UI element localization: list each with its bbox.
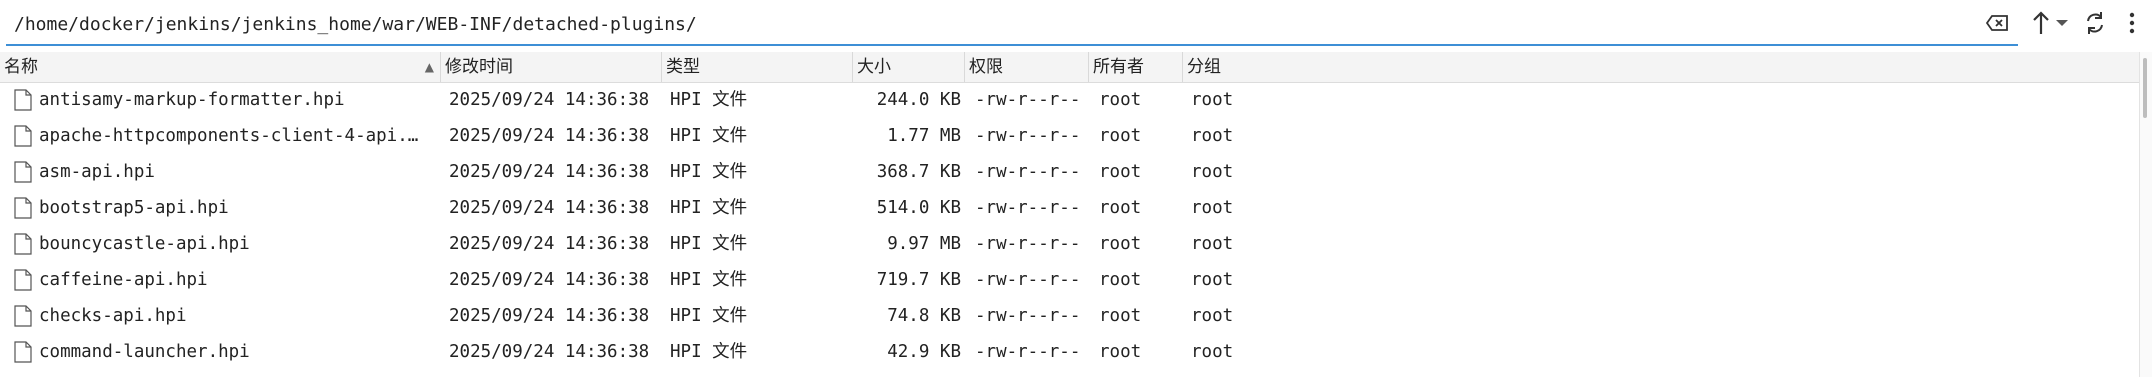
file-type: HPI 文件	[670, 270, 748, 290]
file-permissions: -rw-r--r--	[975, 90, 1081, 110]
file-icon	[14, 341, 32, 363]
sort-ascending-icon: ▲	[424, 60, 434, 74]
refresh-icon[interactable]	[2080, 8, 2110, 38]
file-modified: 2025/09/24 14:36:38	[449, 342, 650, 362]
file-modified: 2025/09/24 14:36:38	[449, 162, 650, 182]
file-size: 74.8 KB	[887, 306, 961, 326]
table-row[interactable]: apache-httpcomponents-client-4-api.… 2025…	[0, 118, 2140, 154]
column-header-name-label: 名称	[4, 57, 38, 77]
file-group: root	[1191, 90, 1234, 110]
file-permissions: -rw-r--r--	[975, 234, 1081, 254]
file-list: antisamy-markup-formatter.hpi 2025/09/24 …	[0, 82, 2140, 370]
file-size: 368.7 KB	[876, 162, 961, 182]
file-owner: root	[1099, 342, 1142, 362]
column-header-type[interactable]: 类型	[662, 52, 853, 82]
file-type: HPI 文件	[670, 342, 748, 362]
file-group: root	[1191, 234, 1234, 254]
file-type: HPI 文件	[670, 126, 748, 146]
file-name: caffeine-api.hpi	[39, 270, 208, 290]
path-input[interactable]: /home/docker/jenkins/jenkins_home/war/WE…	[14, 14, 697, 35]
file-permissions: -rw-r--r--	[975, 270, 1081, 290]
file-modified: 2025/09/24 14:36:38	[449, 234, 650, 254]
file-icon	[14, 269, 32, 291]
table-row[interactable]: antisamy-markup-formatter.hpi 2025/09/24 …	[0, 82, 2140, 118]
file-owner: root	[1099, 162, 1142, 182]
file-icon	[14, 233, 32, 255]
file-group: root	[1191, 342, 1234, 362]
file-modified: 2025/09/24 14:36:38	[449, 270, 650, 290]
column-header-modified[interactable]: 修改时间	[441, 52, 662, 82]
file-owner: root	[1099, 234, 1142, 254]
file-name: command-launcher.hpi	[39, 342, 250, 362]
file-name: bouncycastle-api.hpi	[39, 234, 250, 254]
file-group: root	[1191, 126, 1234, 146]
column-header-owner[interactable]: 所有者	[1089, 52, 1183, 82]
column-header: 名称 ▲ 修改时间 类型 大小 权限 所有者 分组	[0, 52, 2152, 83]
file-permissions: -rw-r--r--	[975, 162, 1081, 182]
file-size: 719.7 KB	[876, 270, 961, 290]
file-type: HPI 文件	[670, 234, 748, 254]
file-name: checks-api.hpi	[39, 306, 187, 326]
column-header-permissions[interactable]: 权限	[965, 52, 1089, 82]
file-owner: root	[1099, 90, 1142, 110]
file-size: 42.9 KB	[887, 342, 961, 362]
file-modified: 2025/09/24 14:36:38	[449, 198, 650, 218]
file-icon	[14, 89, 32, 111]
column-header-name[interactable]: 名称 ▲	[0, 52, 441, 82]
file-type: HPI 文件	[670, 198, 748, 218]
file-name: asm-api.hpi	[39, 162, 155, 182]
file-modified: 2025/09/24 14:36:38	[449, 90, 650, 110]
file-type: HPI 文件	[670, 306, 748, 326]
file-type: HPI 文件	[670, 90, 748, 110]
path-bar[interactable]: /home/docker/jenkins/jenkins_home/war/WE…	[6, 4, 2018, 46]
table-row[interactable]: command-launcher.hpi 2025/09/24 14:36:38 H…	[0, 334, 2140, 370]
file-icon	[14, 125, 32, 147]
file-name: antisamy-markup-formatter.hpi	[39, 90, 345, 110]
table-row[interactable]: asm-api.hpi 2025/09/24 14:36:38 HPI 文件 368.…	[0, 154, 2140, 190]
file-permissions: -rw-r--r--	[975, 342, 1081, 362]
file-size: 244.0 KB	[876, 90, 961, 110]
file-size: 9.97 MB	[887, 234, 961, 254]
file-permissions: -rw-r--r--	[975, 198, 1081, 218]
file-icon	[14, 305, 32, 327]
chevron-down-icon[interactable]	[2052, 8, 2072, 38]
column-header-group[interactable]: 分组	[1183, 52, 2140, 82]
file-size: 514.0 KB	[876, 198, 961, 218]
vertical-scrollbar[interactable]	[2139, 52, 2152, 377]
file-modified: 2025/09/24 14:36:38	[449, 306, 650, 326]
file-permissions: -rw-r--r--	[975, 126, 1081, 146]
file-group: root	[1191, 198, 1234, 218]
table-row[interactable]: caffeine-api.hpi 2025/09/24 14:36:38 HPI 文…	[0, 262, 2140, 298]
file-icon	[14, 197, 32, 219]
scrollbar-thumb[interactable]	[2143, 58, 2147, 118]
file-owner: root	[1099, 126, 1142, 146]
file-permissions: -rw-r--r--	[975, 306, 1081, 326]
file-owner: root	[1099, 306, 1142, 326]
file-modified: 2025/09/24 14:36:38	[449, 126, 650, 146]
file-size: 1.77 MB	[887, 126, 961, 146]
file-owner: root	[1099, 198, 1142, 218]
column-header-size[interactable]: 大小	[853, 52, 965, 82]
file-icon	[14, 161, 32, 183]
file-owner: root	[1099, 270, 1142, 290]
backspace-clear-icon[interactable]	[1982, 8, 2012, 38]
file-group: root	[1191, 306, 1234, 326]
file-group: root	[1191, 162, 1234, 182]
table-row[interactable]: bootstrap5-api.hpi 2025/09/24 14:36:38 HPI…	[0, 190, 2140, 226]
file-group: root	[1191, 270, 1234, 290]
kebab-menu-icon[interactable]	[2120, 8, 2144, 38]
file-type: HPI 文件	[670, 162, 748, 182]
file-name: apache-httpcomponents-client-4-api.…	[39, 126, 419, 146]
table-row[interactable]: checks-api.hpi 2025/09/24 14:36:38 HPI 文件 7…	[0, 298, 2140, 334]
file-name: bootstrap5-api.hpi	[39, 198, 229, 218]
table-row[interactable]: bouncycastle-api.hpi 2025/09/24 14:36:38 H…	[0, 226, 2140, 262]
